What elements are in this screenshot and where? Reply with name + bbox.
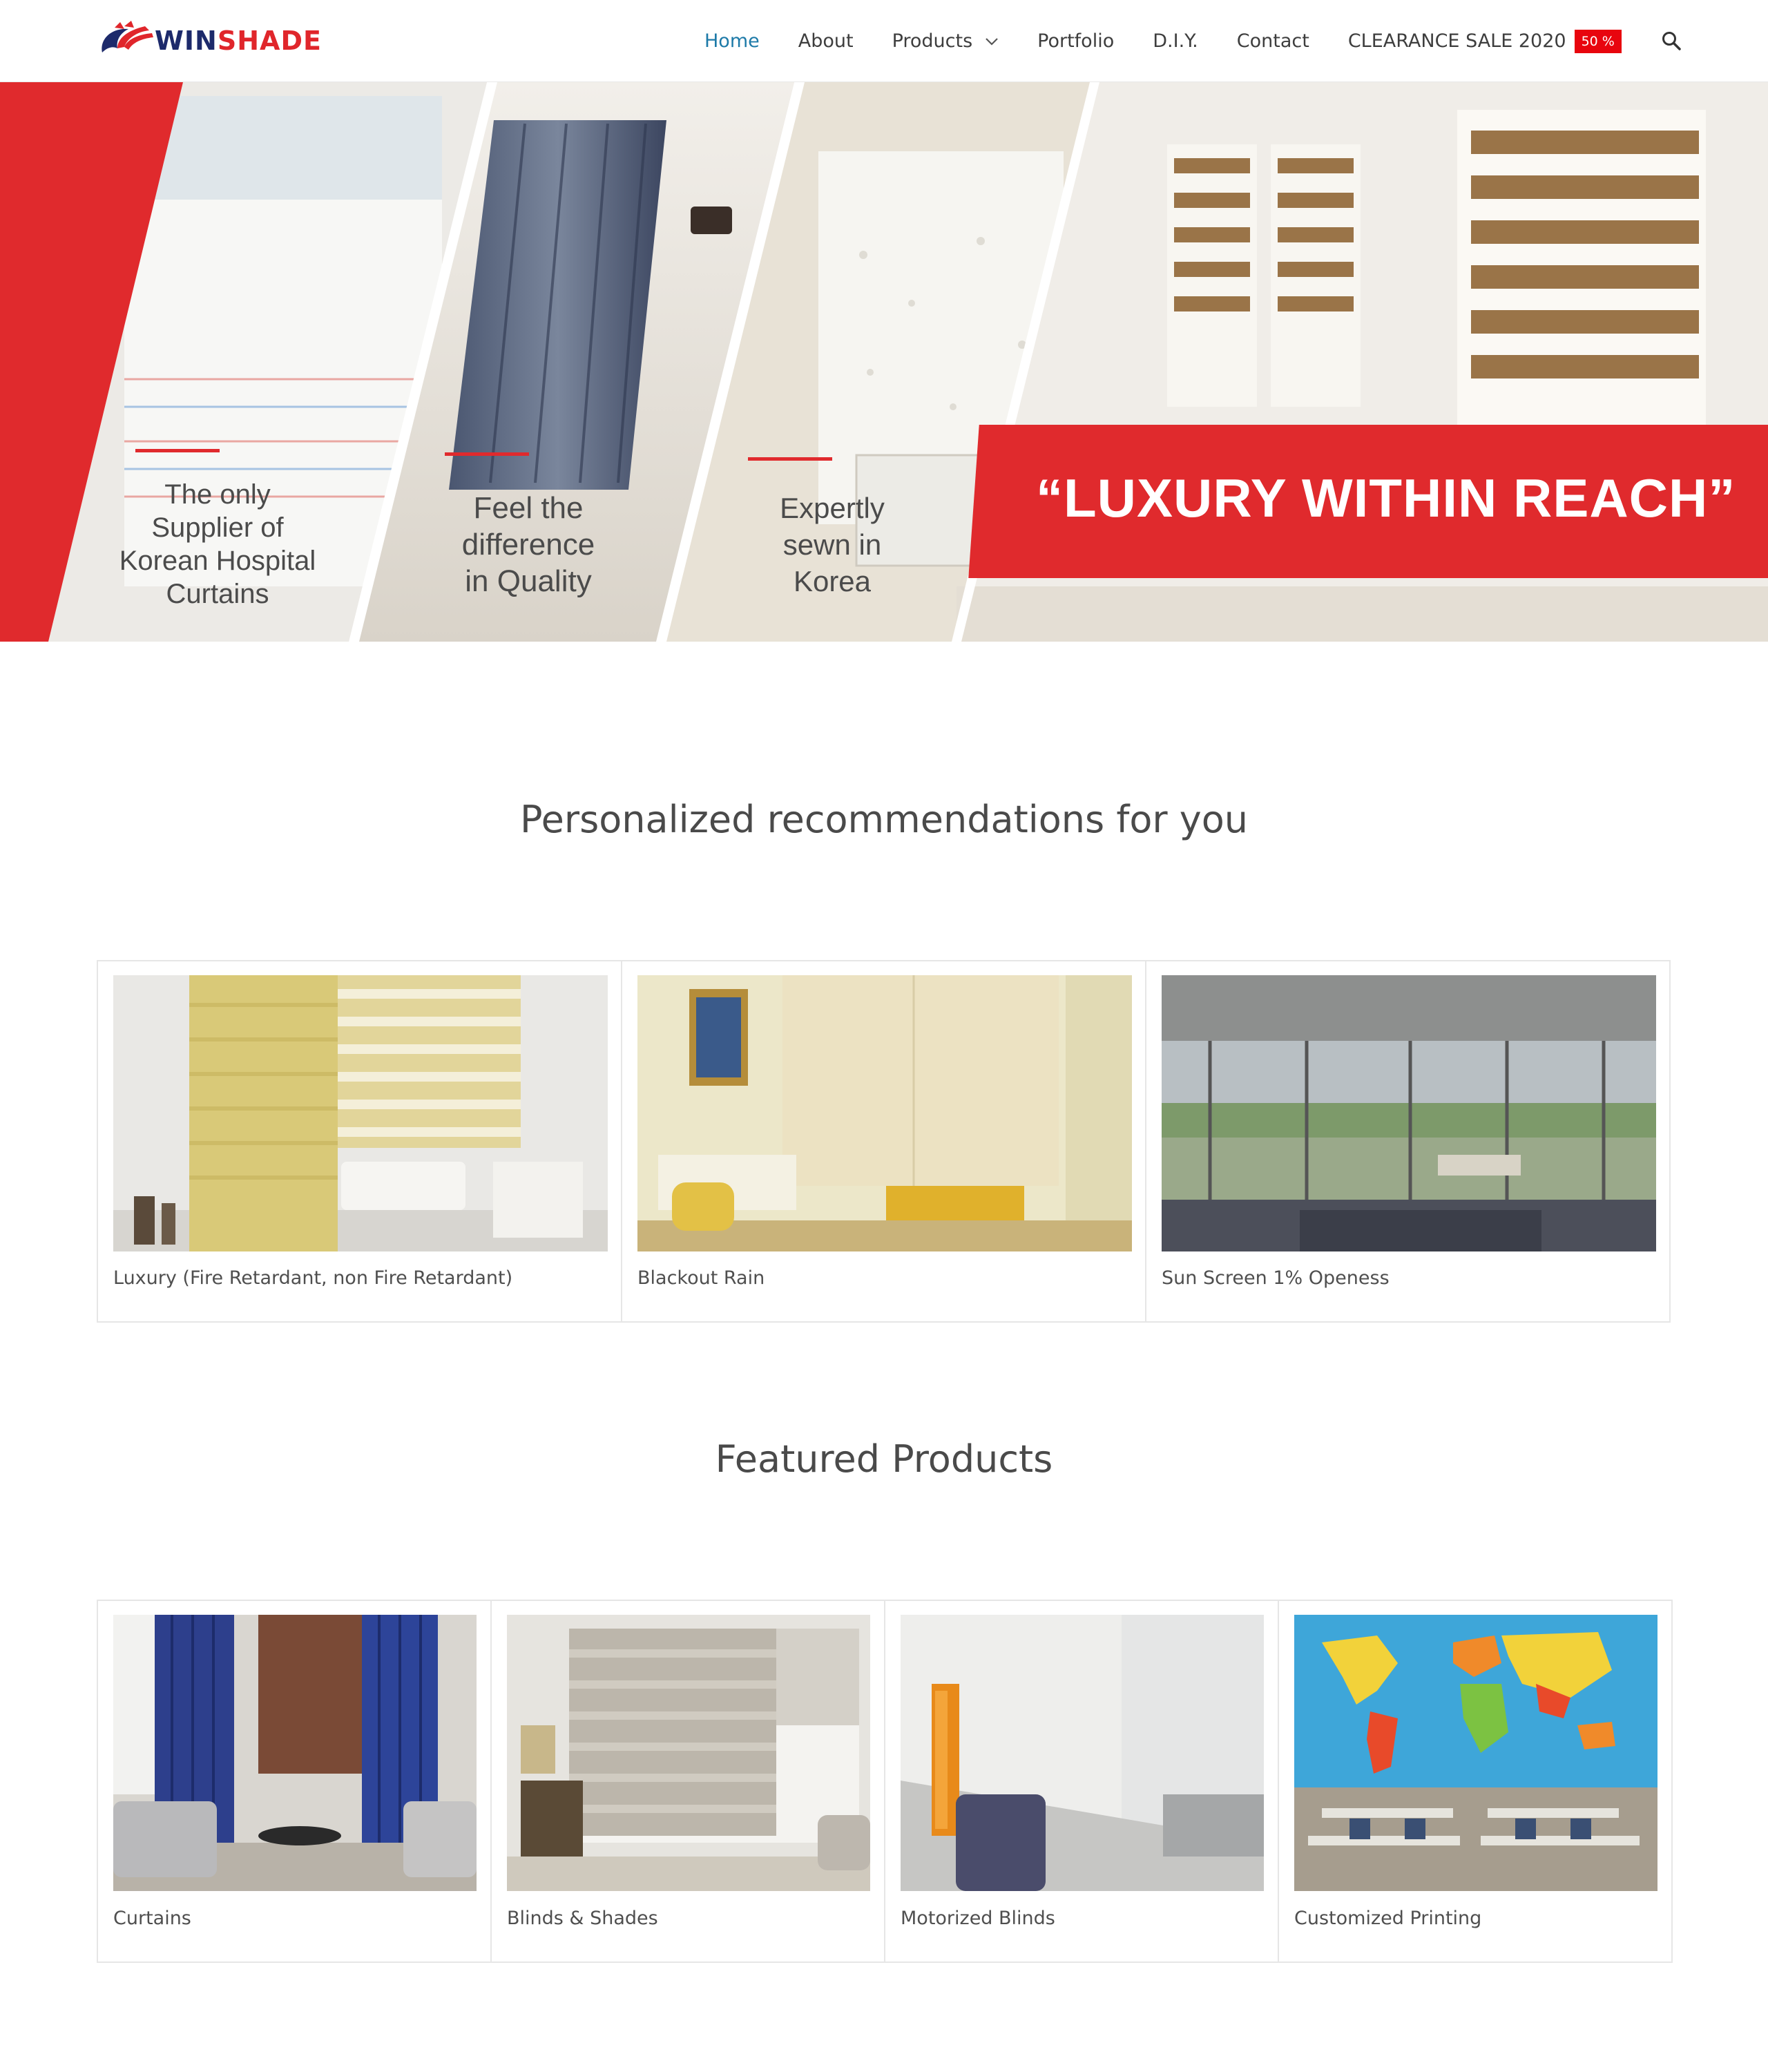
nav-contact[interactable]: Contact (1237, 30, 1309, 52)
winshade-logo[interactable]: WINSHADE (97, 18, 322, 64)
nav-portfolio[interactable]: Portfolio (1037, 30, 1114, 52)
brand-name: WINSHADE (155, 26, 322, 56)
hero-caption-1: The only Supplier of Korean Hospital Cur… (119, 479, 316, 609)
featured-products-title: Featured Products (715, 1437, 1053, 1481)
recommendations-grid: Luxury (Fire Retardant, non Fire Retarda… (97, 960, 1671, 1323)
card-label: Luxury (Fire Retardant, non Fire Retarda… (113, 1267, 513, 1289)
nav-about-label: About (798, 30, 854, 52)
nav-contact-label: Contact (1236, 30, 1309, 52)
card-label: Curtains (113, 1908, 191, 1929)
chevron-down-icon (986, 37, 998, 46)
product-image (113, 1615, 477, 1891)
nav-about[interactable]: About (798, 30, 854, 52)
hero-slogan: “LUXURY WITHIN REACH” (1036, 468, 1736, 528)
hero-accent-line-2 (445, 452, 529, 456)
card-label: Blinds & Shades (507, 1908, 658, 1929)
hero-accent-line-1 (135, 449, 220, 452)
logo-swoosh-icon (102, 21, 153, 52)
featured-card-curtains[interactable]: Curtains (97, 1600, 492, 1963)
featured-card-customized-printing[interactable]: Customized Printing (1278, 1600, 1673, 1963)
recommendations-title: Personalized recommendations for you (520, 798, 1248, 841)
product-image (637, 975, 1132, 1251)
nav-diy[interactable]: D.I.Y. (1153, 30, 1198, 52)
product-image (113, 975, 608, 1251)
site-header: WINSHADE Home About Products Portfolio D… (0, 0, 1768, 82)
card-label: Customized Printing (1294, 1908, 1482, 1929)
hero-accent-line-3 (748, 457, 832, 461)
recommendation-card-sun-screen[interactable]: Sun Screen 1% Openess (1145, 960, 1671, 1323)
nav-clearance-sale[interactable]: CLEARANCE SALE 2020 50 % (1347, 29, 1622, 53)
featured-card-motorized-blinds[interactable]: Motorized Blinds (884, 1600, 1279, 1963)
nav-portfolio-label: Portfolio (1037, 30, 1115, 52)
featured-products-grid: Curtains Blinds & Shades Motorized Blind… (97, 1600, 1673, 1963)
card-label: Motorized Blinds (901, 1908, 1055, 1929)
card-label: Blackout Rain (637, 1267, 765, 1289)
nav-clearance-sale-label: CLEARANCE SALE 2020 (1347, 30, 1566, 52)
product-image (1162, 975, 1656, 1251)
nav-home-label: Home (704, 30, 760, 52)
brand-name-shade: SHADE (217, 26, 322, 56)
nav-diy-label: D.I.Y. (1153, 30, 1198, 52)
brand-name-win: WIN (155, 26, 218, 56)
nav-home[interactable]: Home (704, 30, 760, 52)
product-image (507, 1615, 870, 1891)
recommendation-card-luxury[interactable]: Luxury (Fire Retardant, non Fire Retarda… (97, 960, 622, 1323)
search-icon[interactable] (1660, 30, 1684, 53)
hero-caption-3: Expertly sewn in Korea (780, 492, 885, 597)
card-label: Sun Screen 1% Openess (1162, 1267, 1390, 1289)
featured-card-blinds-shades[interactable]: Blinds & Shades (490, 1600, 885, 1963)
recommendation-card-blackout-rain[interactable]: Blackout Rain (621, 960, 1146, 1323)
nav-products-label: Products (892, 30, 973, 52)
hero-banner: The only Supplier of Korean Hospital Cur… (0, 82, 1768, 642)
main-nav: Home About Products Portfolio D.I.Y. Con… (704, 0, 1684, 82)
nav-products[interactable]: Products (892, 30, 999, 52)
sale-badge: 50 % (1574, 29, 1622, 53)
hero-caption-2: Feel the difference in Quality (461, 491, 595, 598)
product-image (901, 1615, 1264, 1891)
product-image (1294, 1615, 1658, 1891)
